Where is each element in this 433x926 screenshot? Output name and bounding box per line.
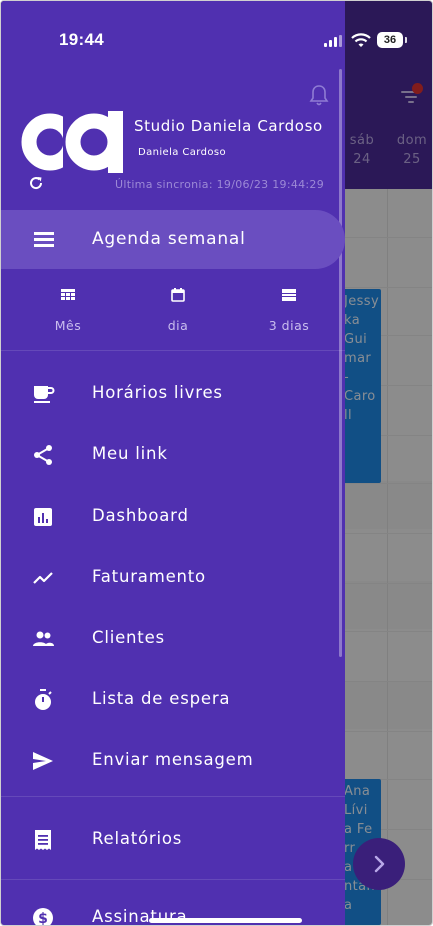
menu-item-label: Dashboard [92,506,189,525]
battery-icon: 36 [377,32,403,48]
menu-item-send-message[interactable]: Enviar mensagem [1,739,345,783]
home-indicator[interactable] [149,918,302,923]
status-bar: 19:44 36 [1,1,432,61]
grid-calendar-icon [61,289,75,300]
stopwatch-icon [35,689,52,710]
wifi-icon [351,32,371,48]
menu-item-weekly-agenda[interactable]: Agenda semanal [1,210,345,269]
view-option-label: dia [167,318,189,333]
app-screen: sáb 24 dom 25 Jessy ka Gui mar - Caro ll… [0,0,433,926]
three-days-icon [282,289,296,301]
next-button[interactable] [353,838,405,890]
menu-item-label: Agenda semanal [92,229,246,249]
menu-item-free-slots[interactable]: Horários livres [1,372,345,416]
menu-item-waiting-list[interactable]: Lista de espera [1,678,345,722]
battery-tip [405,37,407,43]
owner-name: Daniela Cardoso [138,147,227,158]
send-icon [33,752,53,770]
menu-icon [34,232,54,248]
bell-icon[interactable] [309,83,329,107]
menu-item-billing[interactable]: Faturamento [1,556,345,600]
view-option-day[interactable]: dia [138,287,218,333]
menu-item-label: Lista de espera [92,689,231,708]
menu-item-my-link[interactable]: Meu link [1,433,345,477]
menu-item-clients[interactable]: Clientes [1,617,345,661]
divider [1,796,345,797]
chevron-right-icon [374,855,385,873]
trending-up-icon [33,572,53,584]
view-option-month[interactable]: Mês [28,287,108,333]
share-icon [34,445,52,465]
menu-item-label: Meu link [92,444,168,463]
menu-item-label: Faturamento [92,567,206,586]
view-option-label: 3 dias [268,318,310,333]
menu-item-dashboard[interactable]: Dashboard [1,495,345,539]
navigation-drawer: Studio Daniela Cardoso Daniela Cardoso Ú… [1,1,345,925]
receipt-icon [35,830,51,850]
calendar-icon [171,288,185,302]
cellular-signal-icon [324,35,342,47]
last-sync-text: Última sincronia: 19/06/23 19:44:29 [115,178,325,191]
divider [1,350,345,351]
status-time: 19:44 [59,30,104,49]
view-option-three-days[interactable]: 3 dias [249,287,329,333]
menu-item-label: Relatórios [92,829,183,848]
refresh-icon[interactable] [28,175,44,191]
studio-logo [21,111,127,173]
menu-item-label: Enviar mensagem [92,750,254,769]
bar-chart-icon [34,508,52,526]
menu-item-label: Horários livres [92,383,223,402]
people-icon [33,631,54,646]
studio-name: Studio Daniela Cardoso [134,117,323,135]
menu-item-label: Clientes [92,628,165,647]
coffee-cup-icon [34,386,55,403]
dollar-circle-icon: $ [33,908,53,925]
menu-item-reports[interactable]: Relatórios [1,818,345,862]
divider [1,879,345,880]
svg-text:$: $ [38,911,48,925]
view-option-label: Mês [54,318,82,333]
